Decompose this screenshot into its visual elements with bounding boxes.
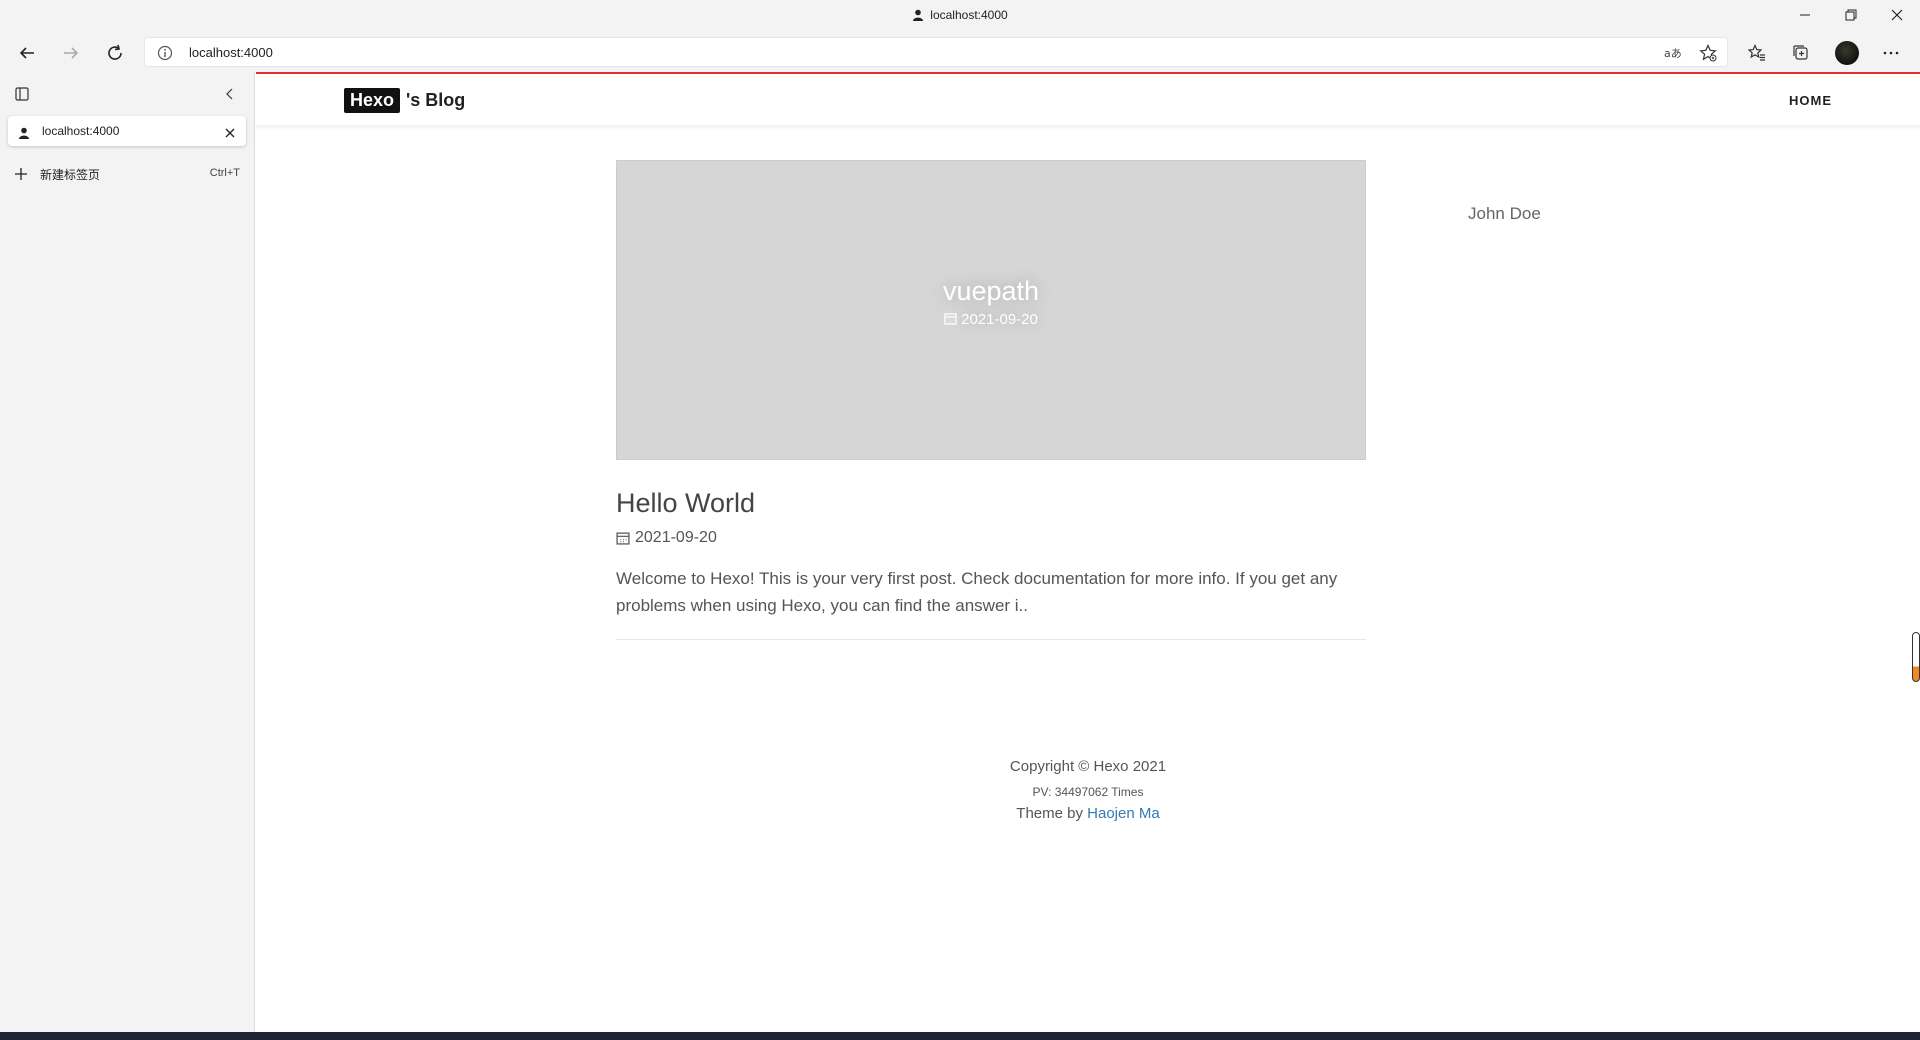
refresh-icon bbox=[108, 44, 122, 60]
logo-brand: Hexo bbox=[344, 88, 401, 113]
site-header: Hexo 's Blog HOME bbox=[256, 72, 1920, 125]
collapse-pane-chevron-left-icon[interactable] bbox=[222, 86, 238, 106]
close-tab-icon[interactable] bbox=[224, 124, 236, 143]
forward-button[interactable] bbox=[56, 38, 86, 68]
restore-icon bbox=[1845, 9, 1857, 21]
add-favorite-star-icon[interactable] bbox=[1699, 44, 1717, 66]
close-window-button[interactable] bbox=[1874, 0, 1920, 30]
favorites-icon bbox=[1748, 44, 1765, 61]
nav-home-link[interactable]: HOME bbox=[1789, 93, 1832, 108]
taskbar-edge bbox=[0, 1032, 1920, 1040]
post-divider bbox=[616, 639, 1366, 640]
vertical-tabs-sidebar: localhost:4000 新建标签页 Ctrl+T bbox=[0, 72, 255, 1032]
collections-icon bbox=[1793, 45, 1808, 60]
new-tab-shortcut: Ctrl+T bbox=[209, 167, 240, 179]
profile-button[interactable] bbox=[1832, 38, 1862, 68]
refresh-button[interactable] bbox=[100, 38, 130, 68]
minimize-button[interactable] bbox=[1782, 0, 1828, 30]
collections-button[interactable] bbox=[1786, 38, 1816, 68]
calendar-icon bbox=[944, 313, 957, 325]
theme-author-link[interactable]: Haojen Ma bbox=[1087, 805, 1160, 822]
author-name: John Doe bbox=[1468, 204, 1541, 223]
tab-label: localhost:4000 bbox=[42, 124, 120, 138]
back-button[interactable] bbox=[12, 38, 42, 68]
favorites-button[interactable] bbox=[1742, 38, 1772, 68]
url-text[interactable]: localhost:4000 bbox=[189, 45, 273, 60]
footer-pv: PV: 34497062 Times bbox=[1032, 785, 1144, 799]
cover-date-text: 2021-09-20 bbox=[961, 311, 1038, 328]
title-bar: localhost:4000 bbox=[0, 0, 1920, 34]
post-date: 2021-09-20 bbox=[616, 529, 717, 547]
browser-toolbar: localhost:4000 aあ bbox=[0, 34, 1920, 72]
window-title-text: localhost:4000 bbox=[930, 8, 1008, 22]
new-tab-button[interactable]: 新建标签页 Ctrl+T bbox=[14, 162, 240, 186]
page-viewport: Hexo 's Blog HOME vuepath 2021-09-20 Hel… bbox=[256, 72, 1920, 1032]
site-info-icon[interactable] bbox=[157, 45, 173, 65]
person-icon bbox=[912, 9, 924, 24]
minimize-icon bbox=[1800, 14, 1810, 16]
calendar-icon bbox=[616, 532, 630, 545]
cover-date: 2021-09-20 bbox=[617, 311, 1365, 328]
avatar bbox=[1835, 41, 1859, 65]
footer-theme: Theme by Haojen Ma bbox=[256, 805, 1920, 822]
close-icon bbox=[1891, 9, 1903, 21]
scrollbar-thumb[interactable] bbox=[1912, 632, 1920, 682]
tab-localhost[interactable]: localhost:4000 bbox=[8, 116, 246, 146]
post-excerpt: Welcome to Hexo! This is your very first… bbox=[616, 569, 1338, 615]
post-date-text: 2021-09-20 bbox=[635, 529, 717, 546]
plus-icon bbox=[14, 166, 28, 185]
new-tab-label: 新建标签页 bbox=[40, 168, 101, 182]
site-logo[interactable]: Hexo 's Blog bbox=[344, 88, 465, 113]
footer-copyright: Copyright © Hexo 2021 bbox=[1009, 758, 1167, 775]
forward-arrow-icon bbox=[64, 47, 79, 59]
person-icon bbox=[18, 124, 30, 143]
post-cover-image[interactable]: vuepath 2021-09-20 bbox=[616, 160, 1366, 460]
footer-theme-prefix: Theme by bbox=[1016, 805, 1088, 822]
post-title-link[interactable]: Hello World bbox=[616, 488, 755, 519]
window-title: localhost:4000 bbox=[0, 8, 1920, 24]
read-aloud-translate-icon[interactable]: aあ bbox=[1663, 44, 1682, 66]
tab-actions-menu-icon[interactable] bbox=[14, 86, 30, 106]
logo-suffix: 's Blog bbox=[406, 90, 466, 110]
svg-text:aあ: aあ bbox=[1664, 47, 1681, 60]
settings-menu-button[interactable] bbox=[1876, 38, 1906, 68]
more-icon bbox=[1883, 51, 1899, 55]
address-bar[interactable]: localhost:4000 aあ bbox=[144, 37, 1728, 67]
restore-button[interactable] bbox=[1828, 0, 1874, 30]
cover-title: vuepath bbox=[942, 276, 1040, 306]
back-arrow-icon bbox=[19, 47, 34, 59]
